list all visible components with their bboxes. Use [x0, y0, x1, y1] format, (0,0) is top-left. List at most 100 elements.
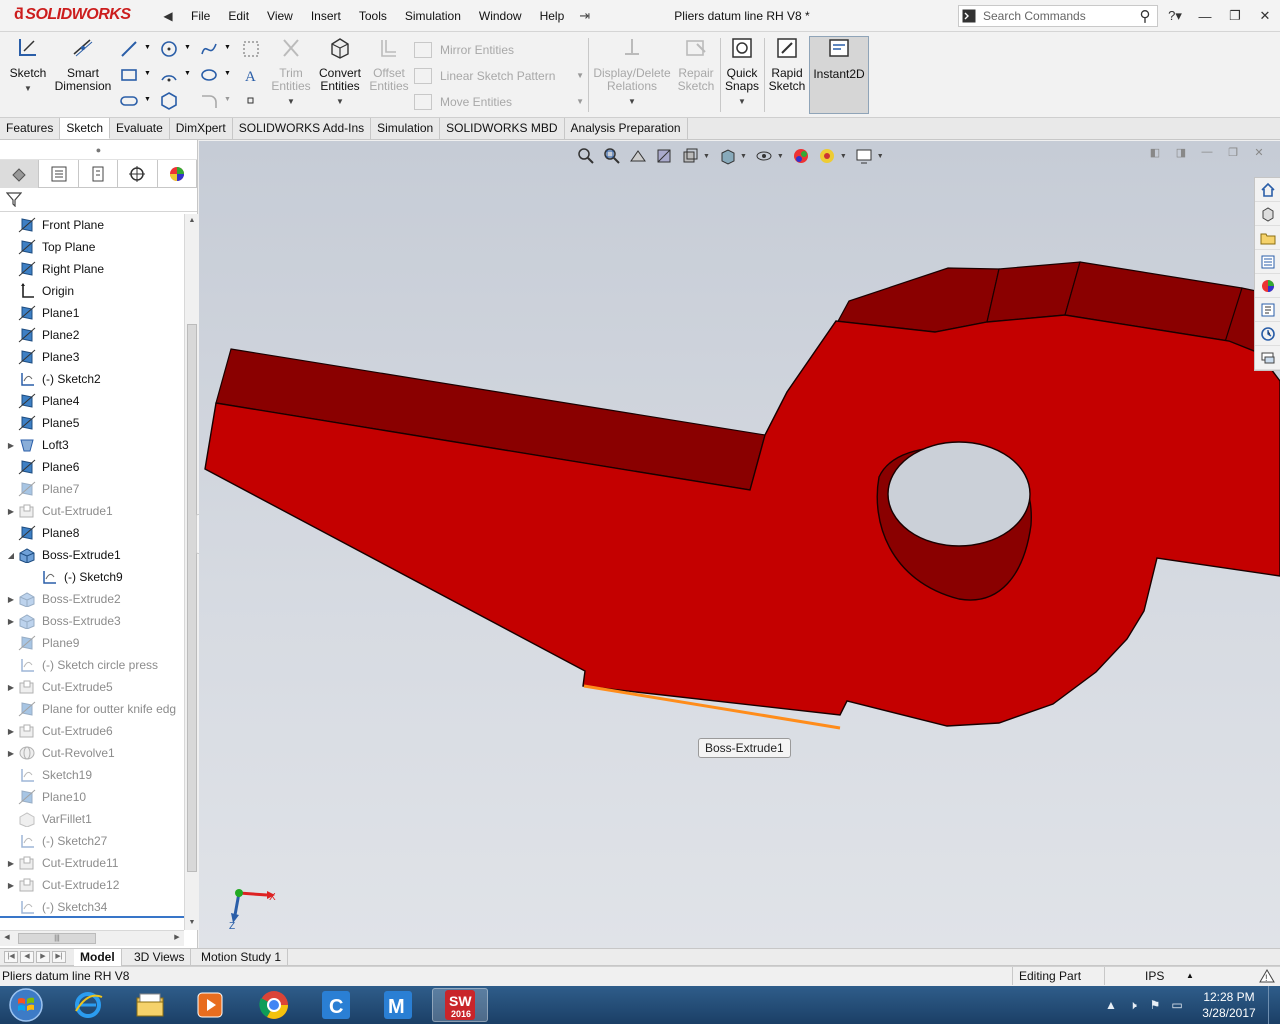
appearances-icon[interactable]: [1255, 274, 1280, 298]
trim-entities-button[interactable]: Trim Entities ▼: [270, 36, 312, 114]
zoom-to-fit-icon[interactable]: [575, 146, 597, 166]
tree-item[interactable]: Front Plane: [0, 214, 184, 236]
tree-item[interactable]: Top Plane: [0, 236, 184, 258]
tab-solidworks-mbd[interactable]: SOLIDWORKS MBD: [440, 118, 565, 139]
scroll-thumb[interactable]: |||: [18, 933, 96, 944]
scroll-thumb[interactable]: [187, 324, 197, 872]
tree-item[interactable]: Plane9: [0, 632, 184, 654]
tree-item[interactable]: Plane6: [0, 456, 184, 478]
chat-icon[interactable]: [1255, 346, 1280, 370]
menu-tools[interactable]: Tools: [350, 0, 396, 32]
ellipse-dropdown-icon[interactable]: ▼: [224, 70, 231, 77]
internet-explorer-icon[interactable]: [60, 988, 116, 1022]
sketch-button[interactable]: Sketch ▼: [4, 36, 52, 114]
tab-3d-views[interactable]: 3D Views: [128, 949, 192, 966]
display-style-icon[interactable]: [716, 146, 738, 166]
menu-file[interactable]: File: [182, 0, 219, 32]
menu-view[interactable]: View: [258, 0, 302, 32]
mirror-entities-button[interactable]: Mirror Entities: [414, 40, 584, 66]
tree-item[interactable]: (-) Sketch circle press: [0, 654, 184, 676]
menu-window[interactable]: Window: [470, 0, 531, 32]
file-explorer-icon[interactable]: [1255, 226, 1280, 250]
tree-item[interactable]: ◢ Boss-Extrude1: [0, 544, 184, 566]
point-icon[interactable]: [242, 92, 260, 110]
tree-item[interactable]: ▶ Cut-Extrude12: [0, 874, 184, 896]
tab-features[interactable]: Features: [0, 118, 61, 139]
graphics-area[interactable]: ▼ ▼ ▼ ▼ ▼ ◧ ◨ — ❐ ✕ Boss-Extrude1 X Z: [199, 141, 1280, 948]
expand-arrow-icon[interactable]: ▶: [4, 441, 18, 450]
property-manager-tab-icon[interactable]: [39, 160, 79, 188]
custom-properties-icon[interactable]: [1255, 298, 1280, 322]
tree-item[interactable]: Plane for outter knife edg: [0, 698, 184, 720]
edit-appearance-icon[interactable]: [790, 146, 812, 166]
expand-arrow-icon[interactable]: ▶: [4, 727, 18, 736]
restore-button[interactable]: ❐: [1220, 8, 1250, 24]
expand-arrow-icon[interactable]: ▶: [4, 859, 18, 868]
coordinate-triad[interactable]: X Z: [227, 885, 287, 935]
tab-dimxpert[interactable]: DimXpert: [170, 118, 233, 139]
tab-sketch[interactable]: Sketch: [60, 118, 111, 139]
display-manager-tab-icon[interactable]: [158, 160, 198, 188]
tree-item[interactable]: Plane1: [0, 302, 184, 324]
previous-view-icon[interactable]: [627, 146, 649, 166]
media-player-icon[interactable]: [182, 988, 238, 1022]
dimxpert-manager-tab-icon[interactable]: [118, 160, 158, 188]
solidworks-forum-icon[interactable]: [1255, 322, 1280, 346]
rectangle-dropdown-icon[interactable]: ▼: [144, 70, 151, 77]
tab-evaluate[interactable]: Evaluate: [110, 118, 170, 139]
show-desktop-button[interactable]: [1268, 986, 1280, 1024]
tree-item[interactable]: (-) Sketch27: [0, 830, 184, 852]
view-orientation-icon[interactable]: [679, 146, 701, 166]
first-tab-icon[interactable]: |◀: [4, 951, 18, 963]
repair-sketch-button[interactable]: Repair Sketch: [674, 36, 718, 114]
viewport-back-icon[interactable]: ◧: [1142, 146, 1168, 159]
expand-arrow-icon[interactable]: ▶: [4, 683, 18, 692]
slot-dropdown-icon[interactable]: ▼: [144, 96, 151, 103]
tab-simulation[interactable]: Simulation: [371, 118, 441, 139]
tree-item[interactable]: Plane10: [0, 786, 184, 808]
spline-icon[interactable]: [200, 40, 218, 58]
expand-arrow-icon[interactable]: ▶: [4, 507, 18, 516]
tree-item[interactable]: ▶ Cut-Extrude11: [0, 852, 184, 874]
menu-expand-arrow-icon[interactable]: ◀: [160, 9, 176, 23]
hide-show-items-icon[interactable]: [753, 146, 775, 166]
arc-dropdown-icon[interactable]: ▼: [184, 70, 191, 77]
chrome-icon[interactable]: [246, 988, 302, 1022]
expand-arrow-icon[interactable]: ▶: [4, 617, 18, 626]
network-icon[interactable]: ▭: [1166, 998, 1188, 1012]
tree-item[interactable]: Plane5: [0, 412, 184, 434]
viewport-close-button[interactable]: ✕: [1246, 146, 1272, 159]
menu-simulation[interactable]: Simulation: [396, 0, 470, 32]
tab-analysis-preparation[interactable]: Analysis Preparation: [565, 118, 688, 139]
quick-snaps-button[interactable]: Quick Snaps ▼: [722, 36, 762, 114]
line-dropdown-icon[interactable]: ▼: [144, 44, 151, 51]
part-model[interactable]: [199, 141, 1280, 948]
convert-entities-button[interactable]: Convert Entities ▼: [316, 36, 364, 114]
show-hidden-icons[interactable]: ▲: [1100, 998, 1122, 1012]
search-commands-box[interactable]: Search Commands ⚲: [958, 5, 1158, 27]
tab-solidworks-add-ins[interactable]: SOLIDWORKS Add-Ins: [233, 118, 372, 139]
search-icon[interactable]: ⚲: [1133, 7, 1157, 25]
tree-item[interactable]: Right Plane: [0, 258, 184, 280]
tree-item[interactable]: ▶ Cut-Extrude6: [0, 720, 184, 742]
rollback-bar[interactable]: [0, 916, 184, 918]
expand-arrow-icon[interactable]: ▶: [4, 881, 18, 890]
smart-dimension-button[interactable]: Smart Dimension: [54, 36, 112, 114]
scroll-right-icon[interactable]: ▶: [170, 931, 184, 945]
dropdown-arrow-icon[interactable]: ▼: [4, 82, 52, 95]
rebuild-options-icon[interactable]: !: [1258, 968, 1276, 984]
viewport-minimize-button[interactable]: —: [1194, 146, 1220, 158]
section-view-icon[interactable]: [653, 146, 675, 166]
arc-icon[interactable]: [160, 66, 178, 84]
next-tab-icon[interactable]: ▶: [36, 951, 50, 963]
sketch-fillet-icon[interactable]: [200, 92, 218, 110]
viewport-forward-icon[interactable]: ◨: [1168, 146, 1194, 159]
tree-item[interactable]: ▶ Cut-Revolve1: [0, 742, 184, 764]
tree-item[interactable]: Plane2: [0, 324, 184, 346]
spline-dropdown-icon[interactable]: ▼: [224, 44, 231, 51]
tree-item[interactable]: ▶ Loft3: [0, 434, 184, 456]
solidworks-logo[interactable]: ƌ SOLIDWORKS: [14, 6, 131, 24]
tab-model[interactable]: Model: [74, 949, 122, 966]
circle-dropdown-icon[interactable]: ▼: [184, 44, 191, 51]
tree-vertical-scrollbar[interactable]: ▲ ▼: [184, 214, 198, 930]
